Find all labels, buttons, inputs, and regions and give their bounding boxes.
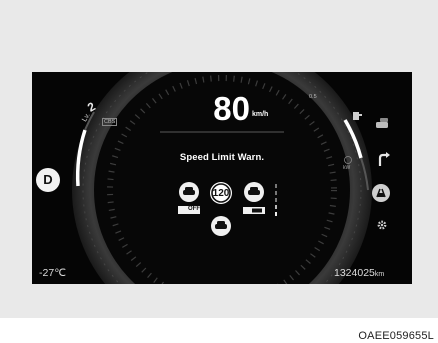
temperature-unit: ℃ xyxy=(54,267,66,279)
power-scale-label: 0.5 xyxy=(309,94,317,100)
instrument-cluster-display: 80 km/h Speed Limit Warn. 120 OFF D Lv. … xyxy=(32,72,412,284)
lane-assist-icon xyxy=(372,184,390,202)
settings-gear-icon xyxy=(377,220,387,230)
temperature-value: -27 xyxy=(39,267,55,279)
speed-limit-warning-text: Speed Limit Warn. xyxy=(179,152,265,163)
figure-code: OAEE059655L xyxy=(358,330,434,342)
front-car-left-icon xyxy=(179,182,199,202)
follow-distance-icon xyxy=(243,207,265,214)
gear-indicator: D xyxy=(36,168,60,192)
vehicle-distance-icon xyxy=(376,118,388,128)
speed-unit: km/h xyxy=(252,111,269,118)
mode-off-label: OFF xyxy=(188,206,200,212)
odometer: 1324025km xyxy=(334,267,384,279)
front-car-right-icon xyxy=(244,182,264,202)
cbs-marker: CBS xyxy=(102,118,118,126)
odometer-unit: km xyxy=(374,271,385,278)
speed-value: 80 xyxy=(213,90,250,127)
speed-limit-value: 120 xyxy=(212,188,230,199)
rear-car-icon xyxy=(211,216,231,236)
charge-plug-icon xyxy=(353,112,362,120)
odometer-value: 1324025 xyxy=(334,267,375,279)
outside-temperature: -27℃ xyxy=(39,267,66,279)
charge-label: kW xyxy=(343,165,351,171)
